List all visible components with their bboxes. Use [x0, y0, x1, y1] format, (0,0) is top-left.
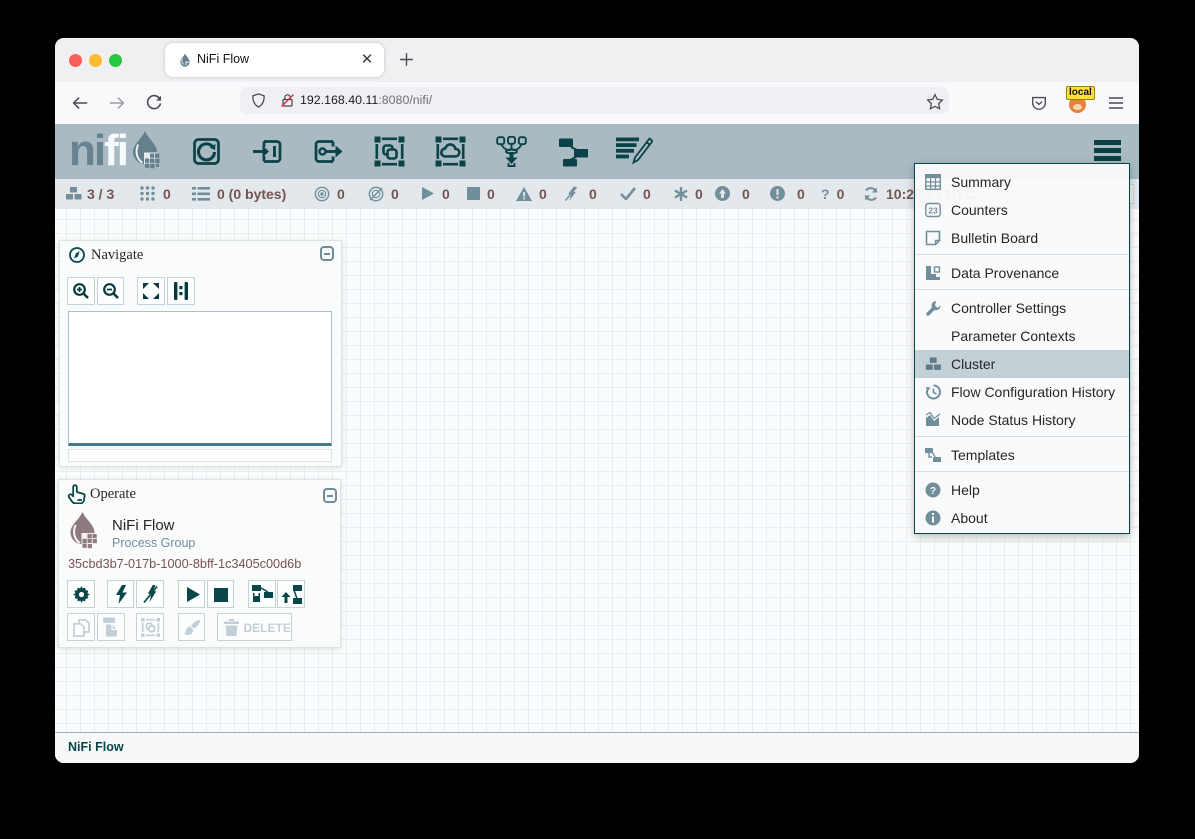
svg-text:23: 23	[928, 206, 938, 216]
svg-text:?: ?	[930, 485, 936, 497]
